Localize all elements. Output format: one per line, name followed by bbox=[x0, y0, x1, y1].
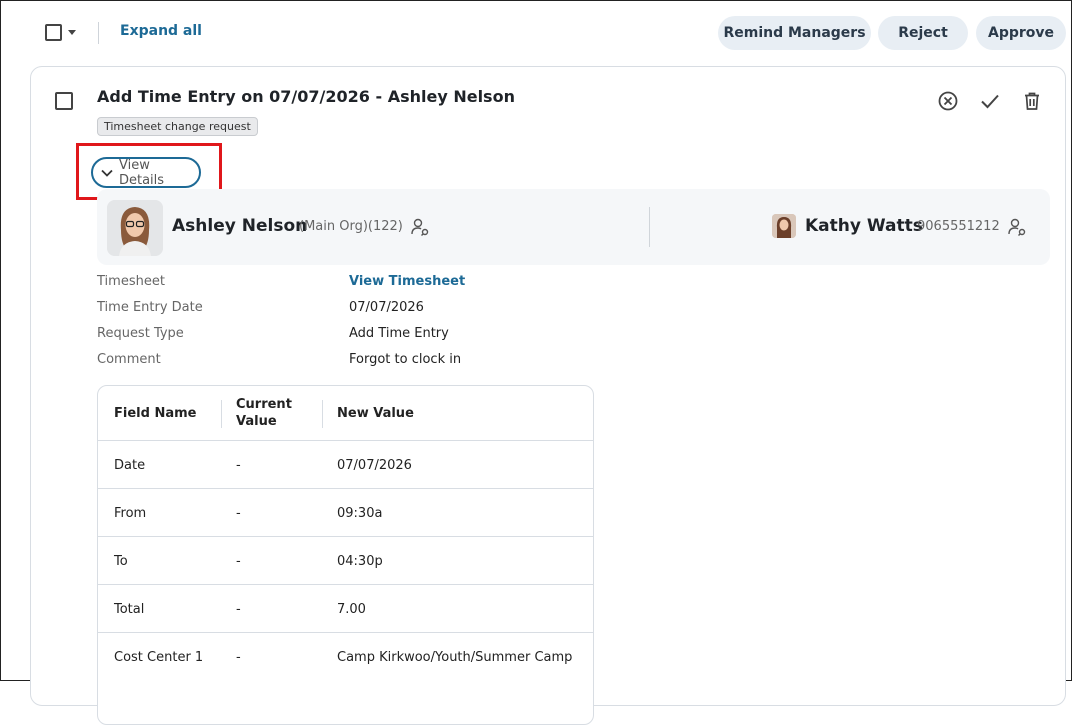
detail-label-entry-date: Time Entry Date bbox=[97, 300, 203, 315]
toolbar: Expand all Remind Managers Reject Approv… bbox=[1, 1, 1072, 65]
divider bbox=[98, 22, 99, 44]
cell-current-value: - bbox=[236, 457, 241, 473]
detail-label-timesheet: Timesheet bbox=[97, 274, 165, 289]
table-row: From - 09:30a bbox=[98, 488, 593, 536]
remind-managers-button[interactable]: Remind Managers bbox=[718, 16, 871, 50]
request-checkbox[interactable] bbox=[55, 92, 73, 110]
column-header-current-value: Current Value bbox=[236, 397, 292, 429]
expand-all-link[interactable]: Expand all bbox=[120, 23, 202, 39]
cell-current-value: - bbox=[236, 505, 241, 521]
manager-name: Kathy Watts bbox=[805, 216, 923, 236]
detail-label-comment: Comment bbox=[97, 352, 161, 367]
cell-new-value: 04:30p bbox=[337, 553, 383, 569]
table-row: Cost Center 1 - Camp Kirkwoo/Youth/Summe… bbox=[98, 632, 593, 680]
view-details-label: View Details bbox=[118, 157, 165, 188]
chevron-down-icon[interactable] bbox=[68, 30, 76, 35]
trash-icon[interactable] bbox=[1020, 89, 1044, 113]
table-row: Date - 07/07/2026 bbox=[98, 440, 593, 488]
view-timesheet-link[interactable]: View Timesheet bbox=[349, 274, 465, 289]
cell-new-value: 09:30a bbox=[337, 505, 383, 521]
employee-avatar bbox=[107, 200, 163, 256]
cell-current-value: - bbox=[236, 649, 241, 665]
user-link-icon[interactable] bbox=[410, 217, 430, 237]
approve-button[interactable]: Approve bbox=[976, 16, 1066, 50]
manager-phone: 9065551212 bbox=[917, 219, 1000, 234]
employee-org: (Main Org)(122) bbox=[299, 219, 403, 234]
reject-button[interactable]: Reject bbox=[878, 16, 968, 50]
cell-field-name: To bbox=[114, 553, 128, 569]
chevron-down-icon bbox=[101, 169, 113, 177]
select-all-checkbox[interactable] bbox=[45, 24, 62, 41]
detail-value-comment: Forgot to clock in bbox=[349, 352, 462, 367]
request-card: Add Time Entry on 07/07/2026 - Ashley Ne… bbox=[30, 66, 1066, 725]
people-panel: Ashley Nelson (Main Org)(122) Kathy Watt… bbox=[97, 189, 1050, 265]
changes-table: Field Name Current Value New Value Date … bbox=[97, 385, 594, 725]
table-row: Total - 7.00 bbox=[98, 584, 593, 632]
cell-field-name: Total bbox=[114, 601, 145, 617]
request-type-tag: Timesheet change request bbox=[97, 117, 258, 136]
detail-value-request-type: Add Time Entry bbox=[349, 326, 449, 341]
column-header-field-name: Field Name bbox=[114, 405, 197, 421]
request-title: Add Time Entry on 07/07/2026 - Ashley Ne… bbox=[97, 87, 515, 106]
cell-field-name: Cost Center 1 bbox=[114, 649, 204, 665]
cell-field-name: From bbox=[114, 505, 147, 521]
cell-current-value: - bbox=[236, 553, 241, 569]
cell-current-value: - bbox=[236, 601, 241, 617]
checkmark-icon[interactable] bbox=[978, 89, 1002, 113]
column-header-new-value: New Value bbox=[337, 405, 414, 421]
reject-circle-icon[interactable] bbox=[936, 89, 960, 113]
view-details-button[interactable]: View Details bbox=[91, 157, 201, 188]
detail-label-request-type: Request Type bbox=[97, 326, 184, 341]
detail-value-entry-date: 07/07/2026 bbox=[349, 300, 424, 315]
divider bbox=[221, 400, 222, 428]
divider bbox=[322, 400, 323, 428]
employee-name: Ashley Nelson bbox=[172, 216, 308, 236]
user-link-icon[interactable] bbox=[1007, 217, 1027, 237]
divider bbox=[649, 207, 650, 247]
cell-new-value: Camp Kirkwoo/Youth/Summer Camp bbox=[337, 649, 573, 665]
cell-new-value: 7.00 bbox=[337, 601, 366, 617]
table-row: To - 04:30p bbox=[98, 536, 593, 584]
manager-avatar bbox=[772, 214, 796, 238]
cell-field-name: Date bbox=[114, 457, 146, 473]
cell-new-value: 07/07/2026 bbox=[337, 457, 412, 473]
